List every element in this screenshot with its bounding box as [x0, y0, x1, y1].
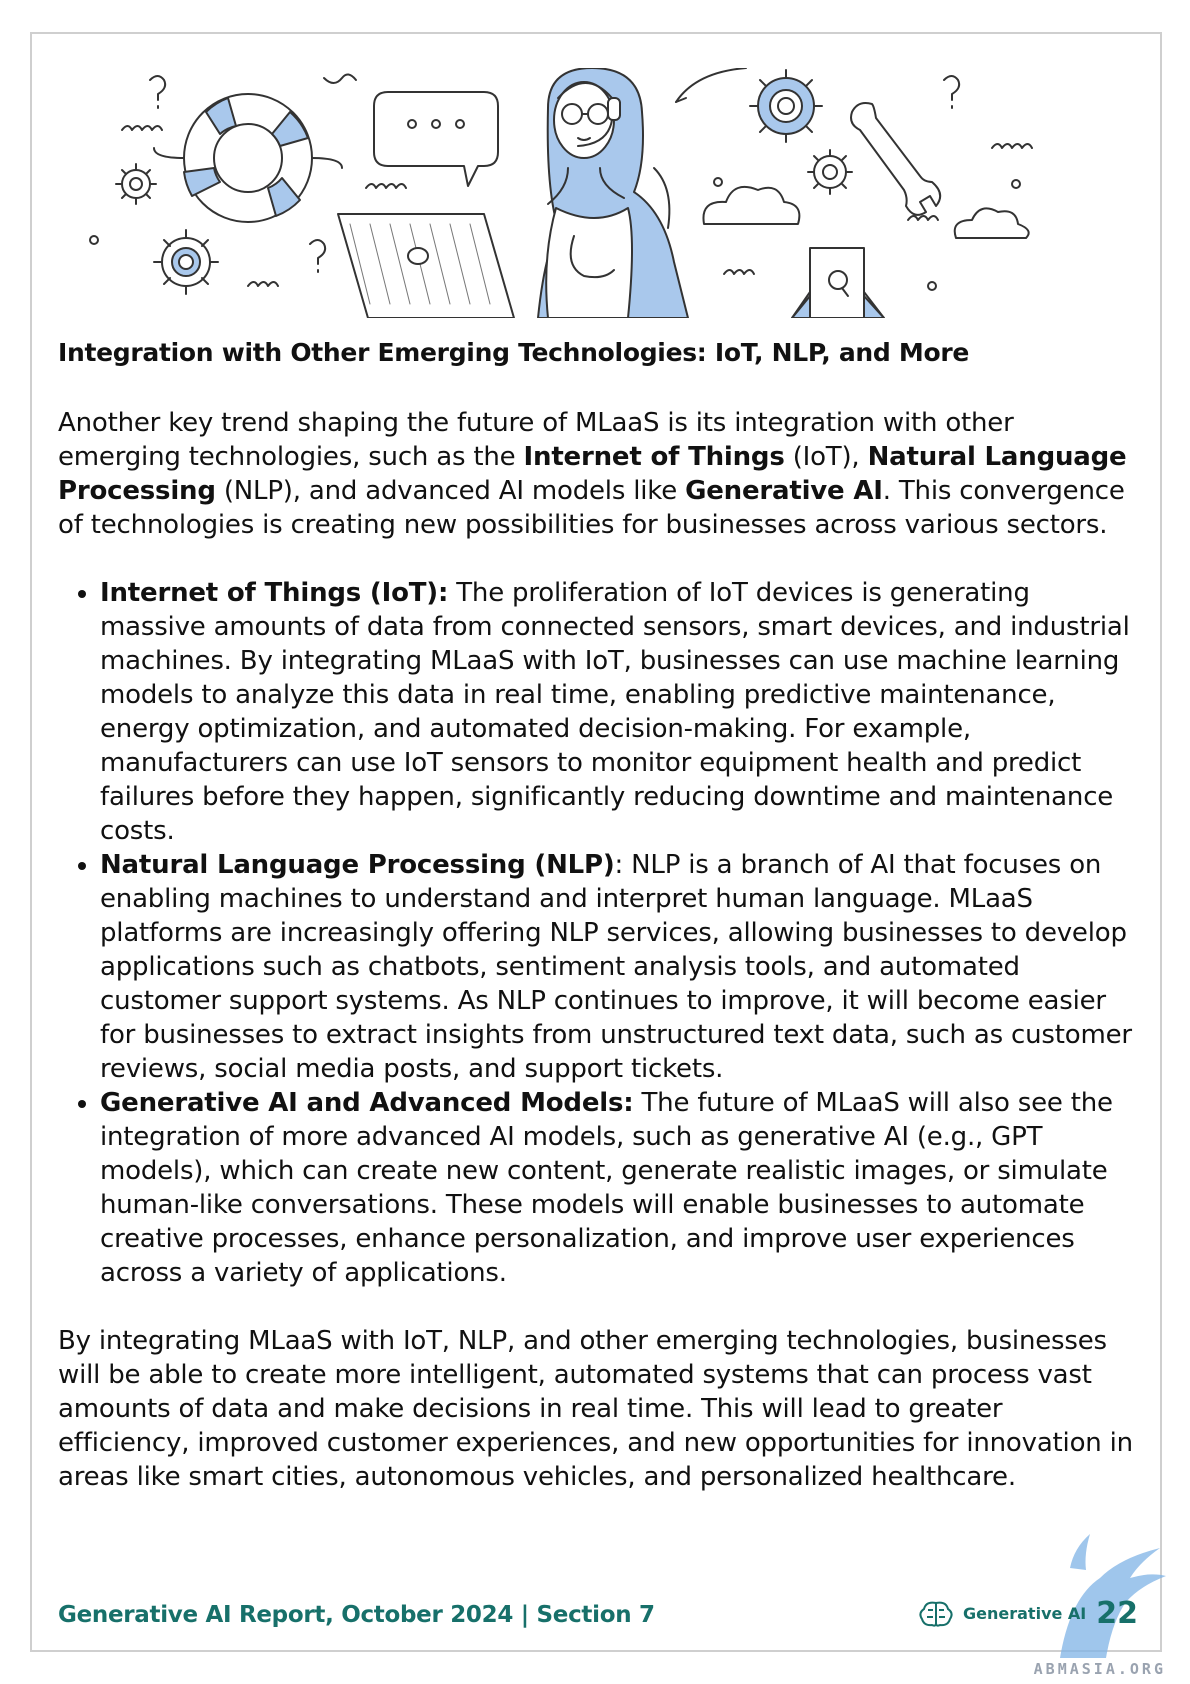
- list-item-text: : NLP is a branch of AI that focuses on …: [100, 850, 1132, 1084]
- wrench-icon: [850, 102, 942, 216]
- gear-icon: [749, 69, 823, 143]
- list-item-text: The future of MLaaS will also see the in…: [100, 1088, 1113, 1288]
- trend-list: Internet of Things (IoT): The proliferat…: [58, 576, 1138, 1290]
- page-number: 22: [1096, 1596, 1138, 1631]
- document-icon: [791, 247, 885, 318]
- question-mark-icon: [309, 239, 327, 273]
- list-item-label: Internet of Things (IoT):: [100, 578, 449, 608]
- intro-bold-iot: Internet of Things: [523, 442, 785, 472]
- cloud-icon: [953, 207, 1030, 239]
- closing-paragraph: By integrating MLaaS with IoT, NLP, and …: [58, 1326, 1133, 1492]
- gear-icon: [807, 149, 853, 195]
- intro-bold-genai: Generative AI: [685, 476, 883, 506]
- list-item-iot: Internet of Things (IoT): The proliferat…: [100, 576, 1138, 848]
- laptop-icon: [337, 213, 515, 318]
- speech-bubble-icon: [373, 91, 499, 187]
- list-item-text: The proliferation of IoT devices is gene…: [100, 578, 1130, 846]
- lifebuoy-icon: [153, 93, 343, 223]
- cloud-icon: [702, 186, 801, 225]
- question-mark-icon: [149, 75, 167, 109]
- brand-name: Generative AI: [963, 1604, 1087, 1623]
- footer-brand: Generative AI 22: [919, 1596, 1138, 1631]
- brain-icon: [919, 1601, 953, 1627]
- intro-paragraph: Another key trend shaping the future of …: [58, 406, 1138, 542]
- intro-text: (NLP), and advanced AI models like: [215, 476, 686, 506]
- gear-icon: [115, 163, 157, 205]
- watermark-text: ABMASIA.ORG: [1033, 1660, 1166, 1678]
- gear-icon: [153, 229, 219, 295]
- article-content: Integration with Other Emerging Technolo…: [58, 336, 1138, 1494]
- support-agent-figure: [537, 68, 689, 318]
- list-item-label: Generative AI and Advanced Models:: [100, 1088, 634, 1118]
- footer-report-title: Generative AI Report, October 2024 | Sec…: [58, 1602, 655, 1628]
- list-item-generative-ai: Generative AI and Advanced Models: The f…: [100, 1086, 1138, 1290]
- question-mark-icon: [943, 75, 961, 109]
- list-item-nlp: Natural Language Processing (NLP): NLP i…: [100, 848, 1138, 1086]
- section-heading: Integration with Other Emerging Technolo…: [58, 338, 970, 367]
- customer-support-illustration: [89, 68, 1033, 318]
- list-item-label: Natural Language Processing (NLP): [100, 850, 615, 880]
- intro-text: (IoT),: [784, 442, 868, 472]
